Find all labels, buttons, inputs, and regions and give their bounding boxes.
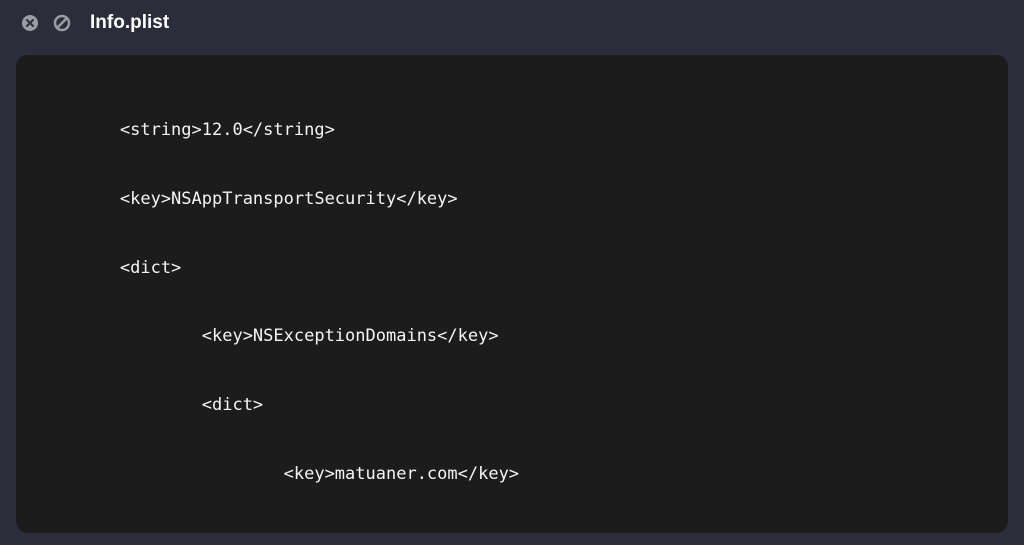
code-line: <dict> bbox=[38, 532, 986, 533]
tab-bar: Info.plist bbox=[0, 0, 1024, 45]
code-line: <key>matuaner.com</key> bbox=[38, 463, 986, 486]
editor-area[interactable]: <string>12.0</string> <key>NSAppTranspor… bbox=[16, 55, 1008, 533]
code-line: <dict> bbox=[38, 257, 986, 280]
code-line: <key>NSExceptionDomains</key> bbox=[38, 325, 986, 348]
close-icon[interactable] bbox=[20, 13, 40, 33]
code-line: <key>NSAppTransportSecurity</key> bbox=[38, 188, 986, 211]
tab-title: Info.plist bbox=[90, 12, 169, 34]
code-line: <string>12.0</string> bbox=[38, 119, 986, 142]
denied-icon[interactable] bbox=[52, 13, 72, 33]
code-line: <dict> bbox=[38, 394, 986, 417]
code-content: <string>12.0</string> <key>NSAppTranspor… bbox=[38, 73, 986, 533]
